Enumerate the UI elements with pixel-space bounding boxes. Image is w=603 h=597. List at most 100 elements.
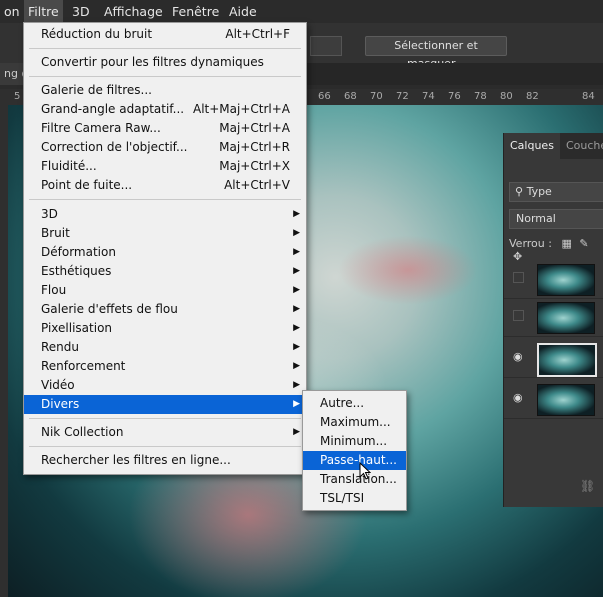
- menu-item-camera-raw[interactable]: Filtre Camera Raw... Maj+Ctrl+A: [24, 119, 306, 138]
- visibility-toggle-off[interactable]: [513, 272, 524, 283]
- lock-paint-icon[interactable]: ✎: [579, 237, 588, 250]
- menu-item-label: 3D: [41, 207, 58, 221]
- menu-item-3d[interactable]: 3D ▶: [24, 205, 306, 224]
- menu-item-galerie-filtres[interactable]: Galerie de filtres...: [24, 81, 306, 100]
- tab-calques[interactable]: Calques: [504, 133, 560, 159]
- select-and-mask-button[interactable]: Sélectionner et masquer...: [365, 36, 507, 70]
- menu-item-label: Convertir pour les filtres dynamiques: [41, 55, 264, 69]
- menu-item-shortcut: Alt+Ctrl+V: [224, 178, 290, 192]
- submenu-item-minimum[interactable]: Minimum...: [303, 432, 406, 451]
- menu-item-grand-angle[interactable]: Grand-angle adaptatif... Alt+Maj+Ctrl+A: [24, 100, 306, 119]
- menu-fenetre[interactable]: Fenêtre: [168, 0, 223, 23]
- menu-item-esthetiques[interactable]: Esthétiques ▶: [24, 262, 306, 281]
- menu-item-point-de-fuite[interactable]: Point de fuite... Alt+Ctrl+V: [24, 176, 306, 195]
- ruler-tick: 66: [318, 91, 331, 102]
- layer-row[interactable]: ◉: [504, 381, 603, 419]
- menu-separator: [29, 199, 301, 200]
- visibility-toggle-off[interactable]: [513, 310, 524, 321]
- submenu-item-autre[interactable]: Autre...: [303, 394, 406, 413]
- menu-item-fluidite[interactable]: Fluidité... Maj+Ctrl+X: [24, 157, 306, 176]
- layer-row-selected[interactable]: ◉: [504, 340, 603, 378]
- menu-item-label: Point de fuite...: [41, 178, 133, 192]
- menu-item-label: Renforcement: [41, 359, 126, 373]
- menu-item-rendu[interactable]: Rendu ▶: [24, 338, 306, 357]
- menu-item-label: Autre...: [320, 396, 365, 410]
- layer-kind-filter[interactable]: ⚲ Type: [509, 182, 603, 202]
- menu-aide[interactable]: Aide: [225, 0, 261, 23]
- menu-separator: [29, 446, 301, 447]
- submenu-item-passe-haut[interactable]: Passe-haut...: [303, 451, 406, 470]
- menu-item-renforcement[interactable]: Renforcement ▶: [24, 357, 306, 376]
- menu-item-label: Rechercher les filtres en ligne...: [41, 453, 231, 467]
- submenu-arrow-icon: ▶: [293, 285, 300, 295]
- submenu-arrow-icon: ▶: [293, 228, 300, 238]
- ruler-tick: 80: [500, 91, 513, 102]
- menu-filtre[interactable]: Filtre: [24, 0, 63, 23]
- menu-3d[interactable]: 3D: [68, 0, 94, 23]
- menu-item-label: Minimum...: [320, 434, 388, 448]
- layer-row[interactable]: [504, 261, 603, 299]
- ruler-tick: 5: [14, 91, 21, 102]
- menu-item-shortcut: Maj+Ctrl+X: [219, 159, 290, 173]
- submenu-arrow-icon: ▶: [293, 361, 300, 371]
- submenu-arrow-icon: ▶: [293, 427, 300, 437]
- mouse-cursor-icon: [359, 462, 371, 480]
- menu-item-galerie-effets-flou[interactable]: Galerie d'effets de flou ▶: [24, 300, 306, 319]
- lock-label: Verrou :: [509, 237, 552, 250]
- submenu-arrow-icon: ▶: [293, 304, 300, 314]
- menu-item-video[interactable]: Vidéo ▶: [24, 376, 306, 395]
- menu-affichage[interactable]: Affichage: [100, 0, 167, 23]
- menu-item-shortcut: Maj+Ctrl+R: [219, 140, 290, 154]
- layer-thumbnail: [537, 343, 597, 377]
- options-field[interactable]: [310, 36, 342, 56]
- menu-item-flou[interactable]: Flou ▶: [24, 281, 306, 300]
- eye-icon[interactable]: ◉: [513, 351, 525, 363]
- menu-item-label: Esthétiques: [41, 264, 112, 278]
- submenu-arrow-icon: ▶: [293, 323, 300, 333]
- menu-bar: on Filtre 3D Affichage Fenêtre Aide: [0, 0, 603, 23]
- vertical-ruler: [0, 105, 8, 597]
- ruler-tick: 68: [344, 91, 357, 102]
- menu-item-rechercher-en-ligne[interactable]: Rechercher les filtres en ligne...: [24, 451, 306, 470]
- blend-mode-select[interactable]: Normal: [509, 209, 603, 229]
- menu-item-pixellisation[interactable]: Pixellisation ▶: [24, 319, 306, 338]
- menu-item-label: Galerie de filtres...: [41, 83, 152, 97]
- link-layers-icon[interactable]: ⛓: [580, 479, 595, 493]
- menu-item-divers[interactable]: Divers ▶: [24, 395, 306, 414]
- menu-item-label: Divers: [41, 397, 80, 411]
- menu-item-label: Grand-angle adaptatif...: [41, 102, 185, 116]
- menu-item-filtres-dynamiques[interactable]: Convertir pour les filtres dynamiques: [24, 53, 306, 72]
- menu-item-bruit[interactable]: Bruit ▶: [24, 224, 306, 243]
- menu-item-nik-collection[interactable]: Nik Collection ▶: [24, 423, 306, 442]
- lock-transparency-icon[interactable]: ▦: [561, 237, 571, 250]
- menu-item-deformation[interactable]: Déformation ▶: [24, 243, 306, 262]
- menu-item-reduction-bruit[interactable]: Réduction du bruit Alt+Ctrl+F: [24, 25, 306, 44]
- menu-item-label: Déformation: [41, 245, 116, 259]
- ruler-tick: 76: [448, 91, 461, 102]
- layer-thumbnail: [537, 264, 595, 296]
- tab-couches[interactable]: Couches: [560, 133, 603, 159]
- submenu-item-translation[interactable]: Translation...: [303, 470, 406, 489]
- menu-item-label: Pixellisation: [41, 321, 113, 335]
- nebula-red-glow: [338, 235, 478, 305]
- menu-item-label: Filtre Camera Raw...: [41, 121, 161, 135]
- menu-item-label: Nik Collection: [41, 425, 124, 439]
- submenu-arrow-icon: ▶: [293, 399, 300, 409]
- search-icon: ⚲: [515, 185, 524, 198]
- submenu-arrow-icon: ▶: [293, 380, 300, 390]
- ruler-tick: 82: [526, 91, 539, 102]
- submenu-item-tsl-tsi[interactable]: TSL/TSI: [303, 489, 406, 508]
- menu-selection-partial[interactable]: on: [0, 0, 24, 23]
- menu-item-correction-objectif[interactable]: Correction de l'objectif... Maj+Ctrl+R: [24, 138, 306, 157]
- menu-separator: [29, 418, 301, 419]
- filter-menu: Réduction du bruit Alt+Ctrl+F Convertir …: [23, 22, 307, 475]
- submenu-item-maximum[interactable]: Maximum...: [303, 413, 406, 432]
- ruler-tick: 74: [422, 91, 435, 102]
- menu-item-shortcut: Maj+Ctrl+A: [219, 121, 290, 135]
- ruler-tick: 84: [582, 91, 595, 102]
- layer-row[interactable]: [504, 299, 603, 337]
- submenu-arrow-icon: ▶: [293, 342, 300, 352]
- kind-filter-label: Type: [526, 185, 552, 198]
- eye-icon[interactable]: ◉: [513, 392, 525, 404]
- lock-row: Verrou : ▦ ✎ ✥: [509, 237, 603, 263]
